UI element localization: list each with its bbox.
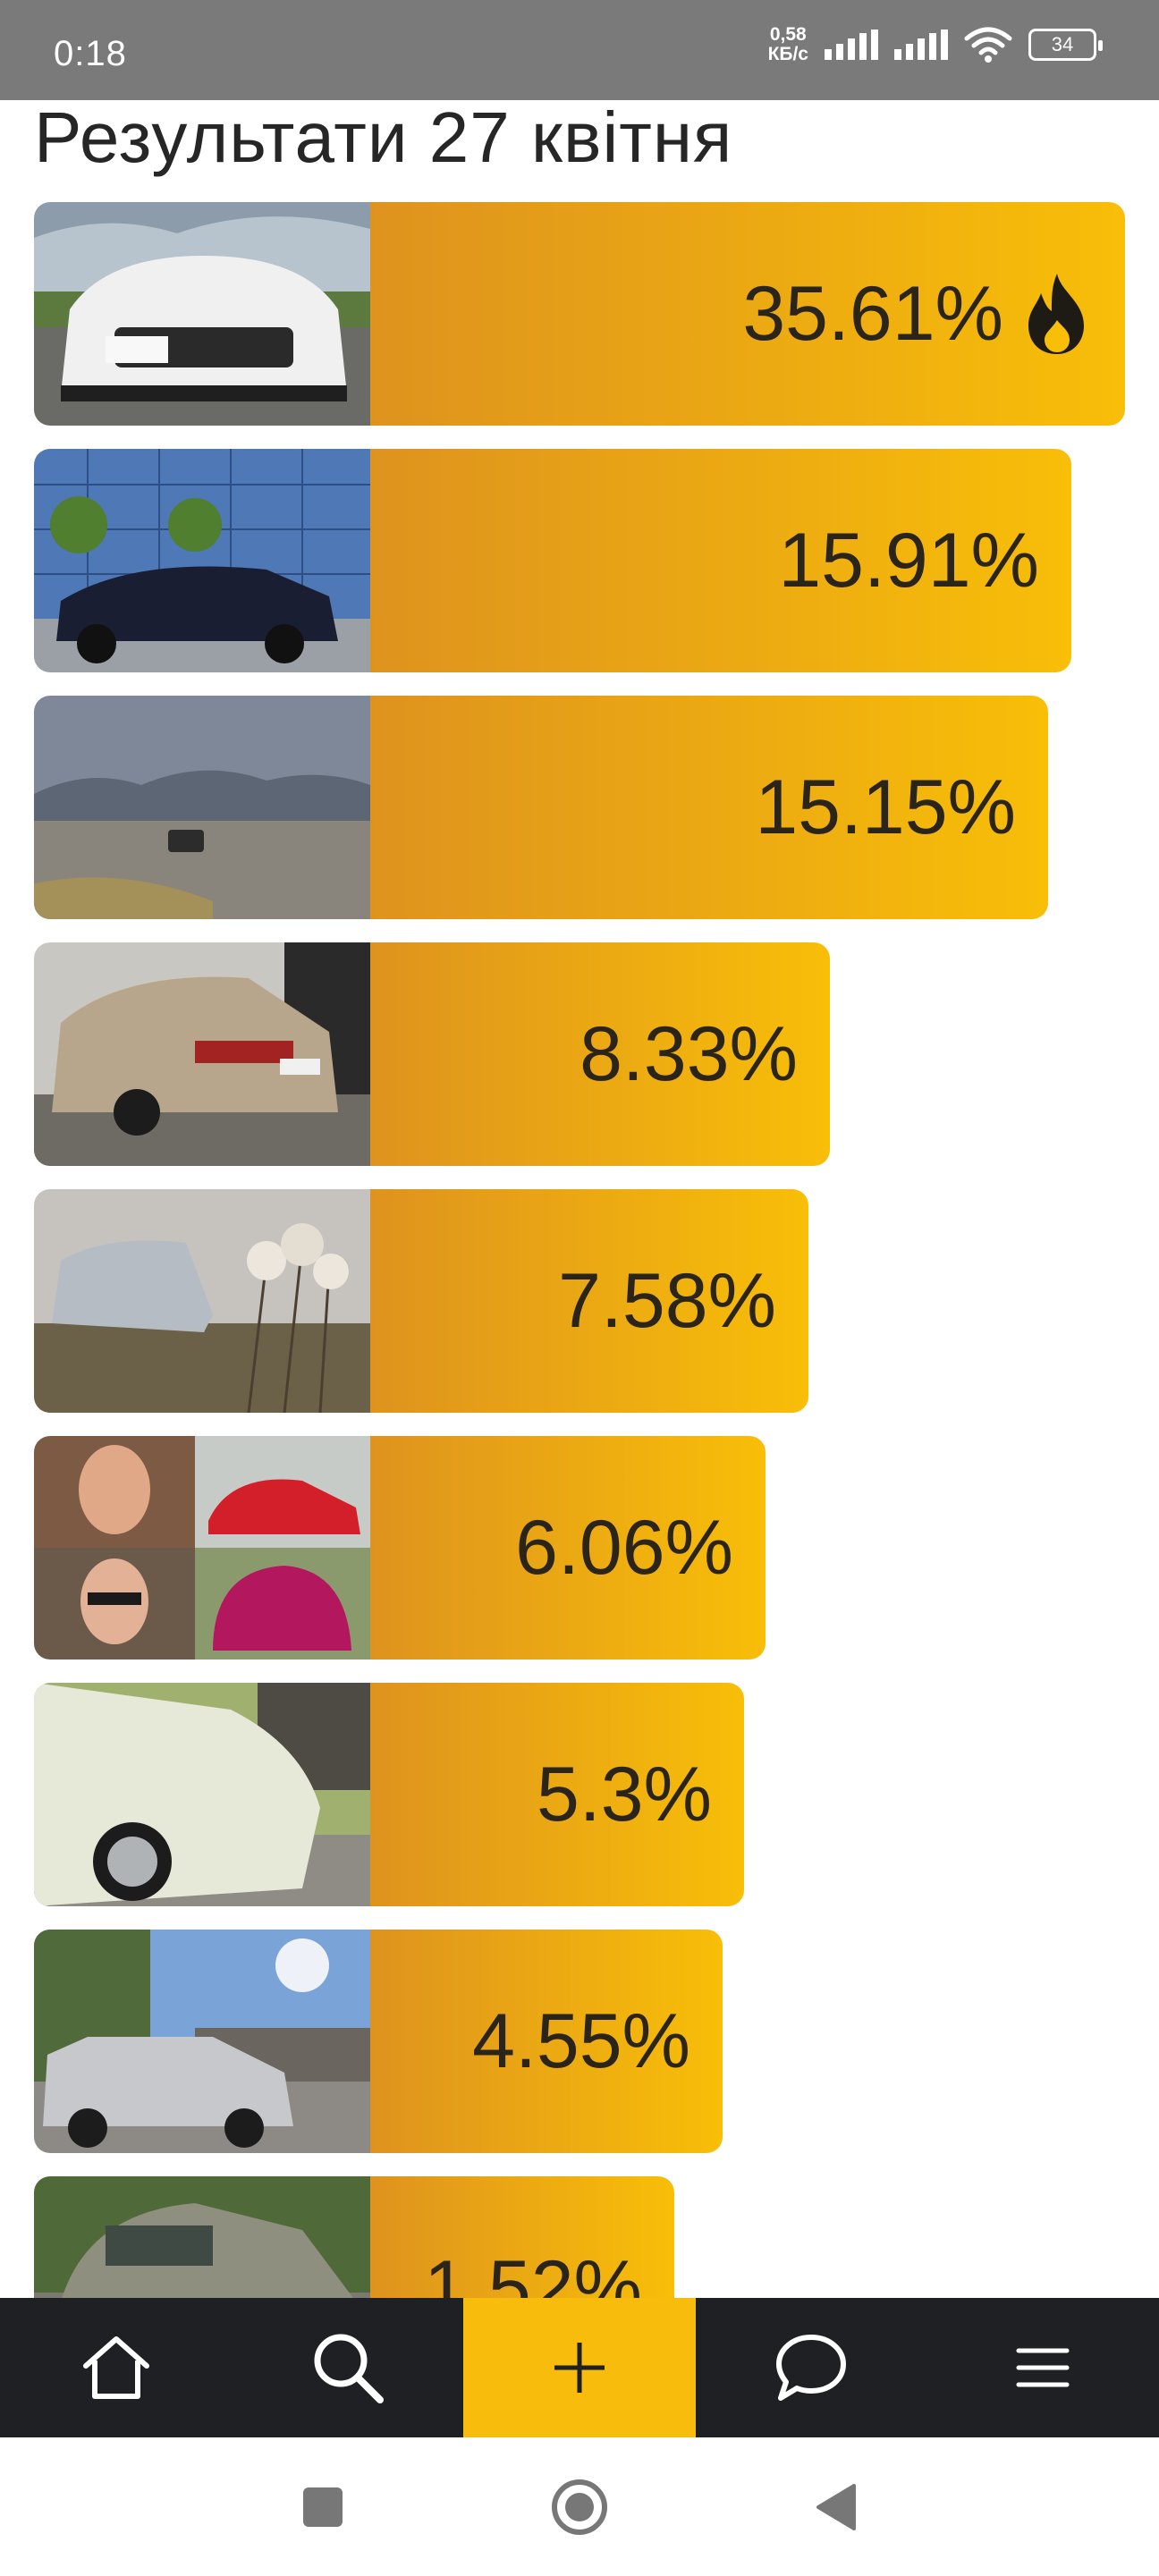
menu-icon [1016,2348,1070,2387]
back-icon[interactable] [815,2482,858,2532]
status-time: 0:18 [54,34,127,73]
status-icons: 0,58 КБ/с 34 [768,25,1103,64]
signal-icon [894,30,948,60]
result-percent: 6.06% [515,1504,733,1591]
result-bar: 35.61% [370,202,1125,426]
search-icon [314,2334,384,2403]
result-percent: 35.61% [742,270,1003,357]
result-bar: 5.3% [370,1683,744,1906]
result-row[interactable]: 6.06% [34,1436,766,1660]
home-button-icon[interactable] [550,2478,609,2537]
fire-icon [1028,274,1084,354]
signal-icon [825,30,878,60]
nav-add[interactable] [463,2298,696,2437]
car-thumbnail [34,202,370,426]
home-icon [82,2336,149,2399]
status-bar: 0:18 0,58 КБ/с 34 [0,0,1159,100]
car-thumbnail [34,1683,370,1906]
car-thumbnail [34,696,370,919]
result-row[interactable]: 35.61% [34,202,1125,426]
page-title: Результати 27 квітня [34,97,733,177]
result-percent: 4.55% [472,1997,690,2084]
nav-home[interactable] [0,2298,232,2437]
result-row[interactable]: 4.55% [34,1930,723,2153]
wifi-icon [964,27,1012,63]
result-percent: 15.91% [778,517,1039,604]
battery-icon: 34 [1028,29,1103,61]
chat-icon [776,2335,847,2401]
result-percent: 8.33% [580,1010,798,1097]
result-row[interactable]: 7.58% [34,1189,808,1413]
car-thumbnail [34,942,370,1166]
result-bar: 15.15% [370,696,1048,919]
car-thumbnail [34,1189,370,1413]
result-percent: 5.3% [536,1751,712,1837]
result-row[interactable]: 15.15% [34,696,1048,919]
result-percent: 15.15% [755,764,1016,850]
result-row[interactable]: 8.33% [34,942,830,1166]
bottom-nav [0,2298,1159,2437]
nav-search[interactable] [232,2298,463,2437]
result-row[interactable]: 5.3% [34,1683,744,1906]
nav-menu[interactable] [927,2298,1159,2437]
network-speed-unit: КБ/с [767,44,808,64]
system-nav [0,2437,1159,2576]
plus-icon [554,2343,605,2393]
result-bar: 15.91% [370,449,1071,672]
network-speed-value: 0,58 [769,24,807,45]
network-speed: 0,58 КБ/с [768,25,808,64]
result-bar: 7.58% [370,1189,808,1413]
result-bar: 8.33% [370,942,830,1166]
nav-chat[interactable] [696,2298,927,2437]
result-row[interactable]: 15.91% [34,449,1071,672]
result-bar: 4.55% [370,1930,723,2153]
result-bar: 6.06% [370,1436,766,1660]
car-thumbnail [34,449,370,672]
car-thumbnail [34,1930,370,2153]
result-percent: 7.58% [558,1257,776,1344]
meme-thumbnail [34,1436,370,1660]
recent-apps-icon[interactable] [301,2486,344,2529]
